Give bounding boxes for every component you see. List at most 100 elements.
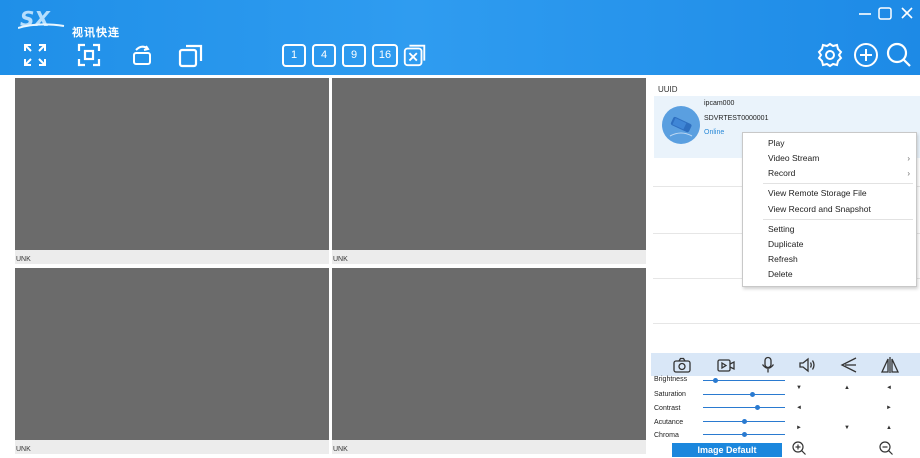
search-button[interactable] <box>884 40 914 70</box>
close-all-button[interactable] <box>402 42 428 68</box>
search-icon <box>886 42 911 67</box>
menu-item-label: Setting <box>768 224 795 234</box>
video-pane-3[interactable]: UNK <box>15 268 329 454</box>
video-view[interactable] <box>15 78 329 250</box>
menu-item-label: View Remote Storage File <box>768 188 867 198</box>
device-name: ipcam000 <box>704 100 735 107</box>
video-pane-label: UNK <box>333 446 348 453</box>
ptz-up-button-2[interactable]: ▲ <box>886 424 892 432</box>
menu-item-label: Video Stream <box>768 153 820 163</box>
minimize-icon[interactable] <box>856 4 874 22</box>
camera-icon <box>669 116 693 137</box>
window-copy-button[interactable] <box>176 40 206 70</box>
acutance-label: Acutance <box>654 419 684 426</box>
menu-item-record[interactable]: Record › <box>743 166 916 181</box>
media-controls-bar <box>651 353 920 376</box>
ptz-left-button-2[interactable]: ◄ <box>796 404 802 412</box>
rotate-icon <box>133 45 151 65</box>
ptz-right-button-2[interactable]: ► <box>796 424 802 432</box>
device-id: SDVRTEST0000001 <box>704 115 769 122</box>
ptz-up-button[interactable]: ▲ <box>844 384 850 392</box>
focus-button[interactable] <box>74 40 104 70</box>
menu-item-label: Play <box>768 138 785 148</box>
record-icon <box>717 359 735 372</box>
uuid-label: UUID <box>658 85 678 94</box>
video-pane-1[interactable]: UNK <box>15 78 329 264</box>
close-icon[interactable] <box>898 4 916 22</box>
video-view[interactable] <box>15 268 329 440</box>
chroma-slider[interactable] <box>703 432 785 437</box>
video-pane-4[interactable]: UNK <box>332 268 646 454</box>
slider-handle[interactable] <box>750 392 755 397</box>
close-all-icon <box>403 44 426 67</box>
layout-9-button[interactable]: 9 <box>342 44 366 67</box>
menu-item-view-record-snapshot[interactable]: View Record and Snapshot <box>743 202 916 217</box>
menu-item-refresh[interactable]: Refresh <box>743 252 916 267</box>
settings-icon <box>817 42 843 68</box>
mirror-icon <box>880 357 900 373</box>
microphone-button[interactable] <box>757 355 779 375</box>
video-pane-label: UNK <box>16 446 31 453</box>
maximize-icon[interactable] <box>876 4 894 22</box>
menu-item-video-stream[interactable]: Video Stream › <box>743 151 916 166</box>
menu-item-setting[interactable]: Setting <box>743 222 916 237</box>
video-view[interactable] <box>332 78 646 250</box>
settings-button[interactable] <box>815 40 845 70</box>
image-default-button[interactable]: Image Default <box>672 443 782 457</box>
snapshot-button[interactable] <box>671 355 693 375</box>
video-view[interactable] <box>332 268 646 440</box>
menu-item-label: View Record and Snapshot <box>768 204 871 214</box>
menu-item-label: Delete <box>768 269 793 279</box>
menu-item-delete[interactable]: Delete <box>743 267 916 282</box>
ptz-down-left-button[interactable]: ▼ <box>796 384 802 392</box>
menu-separator <box>763 219 913 220</box>
slider-handle[interactable] <box>742 419 747 424</box>
saturation-slider[interactable] <box>703 392 785 397</box>
brightness-slider[interactable] <box>703 378 785 383</box>
menu-item-label: Record <box>768 168 796 178</box>
slider-handle[interactable] <box>713 378 718 383</box>
chroma-label: Chroma <box>654 432 679 439</box>
focus-icon <box>77 43 101 67</box>
acutance-slider[interactable] <box>703 419 785 424</box>
ptz-left-button[interactable]: ◄ <box>886 384 892 392</box>
layout-1-button[interactable]: 1 <box>282 44 306 67</box>
menu-item-view-remote-storage[interactable]: View Remote Storage File <box>743 186 916 201</box>
slider-handle[interactable] <box>755 405 760 410</box>
camera-icon <box>673 357 691 373</box>
submenu-arrow-icon: › <box>907 154 910 163</box>
record-button[interactable] <box>715 355 737 375</box>
flip-vertical-icon <box>840 357 857 373</box>
menu-separator <box>763 183 913 184</box>
video-grid: UNK UNK UNK UNK <box>15 78 650 456</box>
flip-button[interactable] <box>838 355 860 375</box>
ptz-right-button[interactable]: ► <box>886 404 892 412</box>
app-logo: SX <box>18 8 65 30</box>
slider-handle[interactable] <box>742 432 747 437</box>
contrast-label: Contrast <box>654 405 681 412</box>
contrast-slider[interactable] <box>703 405 785 410</box>
video-pane-2[interactable]: UNK <box>332 78 646 264</box>
fullscreen-button[interactable] <box>20 40 50 70</box>
submenu-arrow-icon: › <box>907 169 910 178</box>
add-button[interactable] <box>851 40 881 70</box>
menu-item-label: Duplicate <box>768 239 804 249</box>
layout-16-button[interactable]: 16 <box>372 44 398 67</box>
fullscreen-icon <box>24 44 46 66</box>
video-pane-label: UNK <box>333 256 348 263</box>
list-divider <box>653 323 920 324</box>
ptz-down-button[interactable]: ▼ <box>844 424 850 432</box>
microphone-icon <box>761 356 775 373</box>
mirror-button[interactable] <box>879 355 901 375</box>
layout-4-button[interactable]: 4 <box>312 44 336 67</box>
menu-item-play[interactable]: Play <box>743 136 916 151</box>
zoom-out-icon[interactable] <box>878 440 894 456</box>
video-pane-label: UNK <box>16 256 31 263</box>
speaker-icon <box>799 357 815 373</box>
rotate-button[interactable] <box>127 40 157 70</box>
brightness-label: Brightness <box>654 376 688 383</box>
speaker-button[interactable] <box>797 355 819 375</box>
menu-item-duplicate[interactable]: Duplicate <box>743 237 916 252</box>
zoom-in-icon[interactable] <box>791 440 807 456</box>
saturation-label: Saturation <box>654 391 686 398</box>
